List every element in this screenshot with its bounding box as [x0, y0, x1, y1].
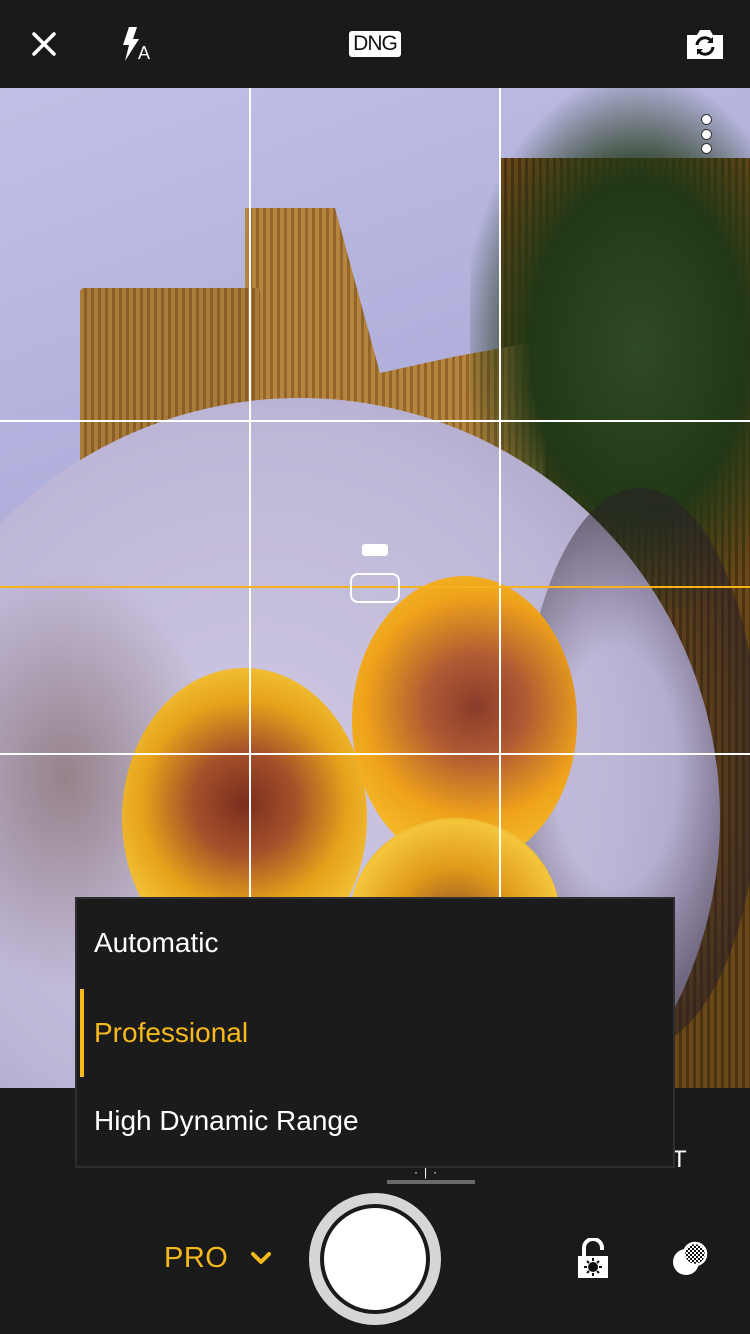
menu-item-automatic[interactable]: Automatic [77, 899, 673, 987]
capture-mode-menu: Automatic Professional High Dynamic Rang… [75, 897, 675, 1168]
chevron-down-icon [251, 1252, 272, 1264]
more-vertical-icon [700, 114, 712, 125]
capture-mode-label: PRO [164, 1241, 229, 1274]
more-options-button[interactable] [696, 114, 716, 154]
dng-format-badge: DNG [349, 31, 401, 57]
more-vertical-icon [700, 143, 712, 154]
capture-mode-button[interactable]: PRO [164, 1236, 272, 1280]
top-toolbar: A DNG [0, 0, 750, 88]
menu-item-professional[interactable]: Professional [77, 989, 673, 1077]
exposure-handle[interactable] [362, 544, 388, 556]
close-button[interactable] [22, 22, 66, 66]
effects-icon [673, 1241, 708, 1275]
shutter-button[interactable] [309, 1193, 441, 1325]
mode-swipe-indicator[interactable] [387, 1180, 475, 1184]
grid-line-horizontal [0, 420, 750, 422]
file-format-button[interactable]: DNG [346, 22, 404, 66]
exposure-lock-icon [578, 1237, 608, 1278]
focus-indicator[interactable] [350, 573, 400, 603]
shutter-core [324, 1208, 426, 1310]
more-vertical-icon [700, 128, 712, 140]
menu-item-hdr[interactable]: High Dynamic Range [77, 1077, 673, 1165]
effects-button[interactable] [668, 1238, 712, 1280]
close-icon [32, 32, 56, 56]
switch-camera-icon [687, 30, 723, 59]
exposure-lock-button[interactable] [574, 1237, 614, 1280]
flash-mode-button[interactable]: A [114, 22, 164, 66]
grid-line-horizontal [0, 753, 750, 755]
shutter-ring [320, 1204, 430, 1314]
flash-mode-letter: A [138, 43, 150, 63]
flash-auto-icon: A [123, 27, 150, 63]
switch-camera-button[interactable] [680, 22, 730, 66]
